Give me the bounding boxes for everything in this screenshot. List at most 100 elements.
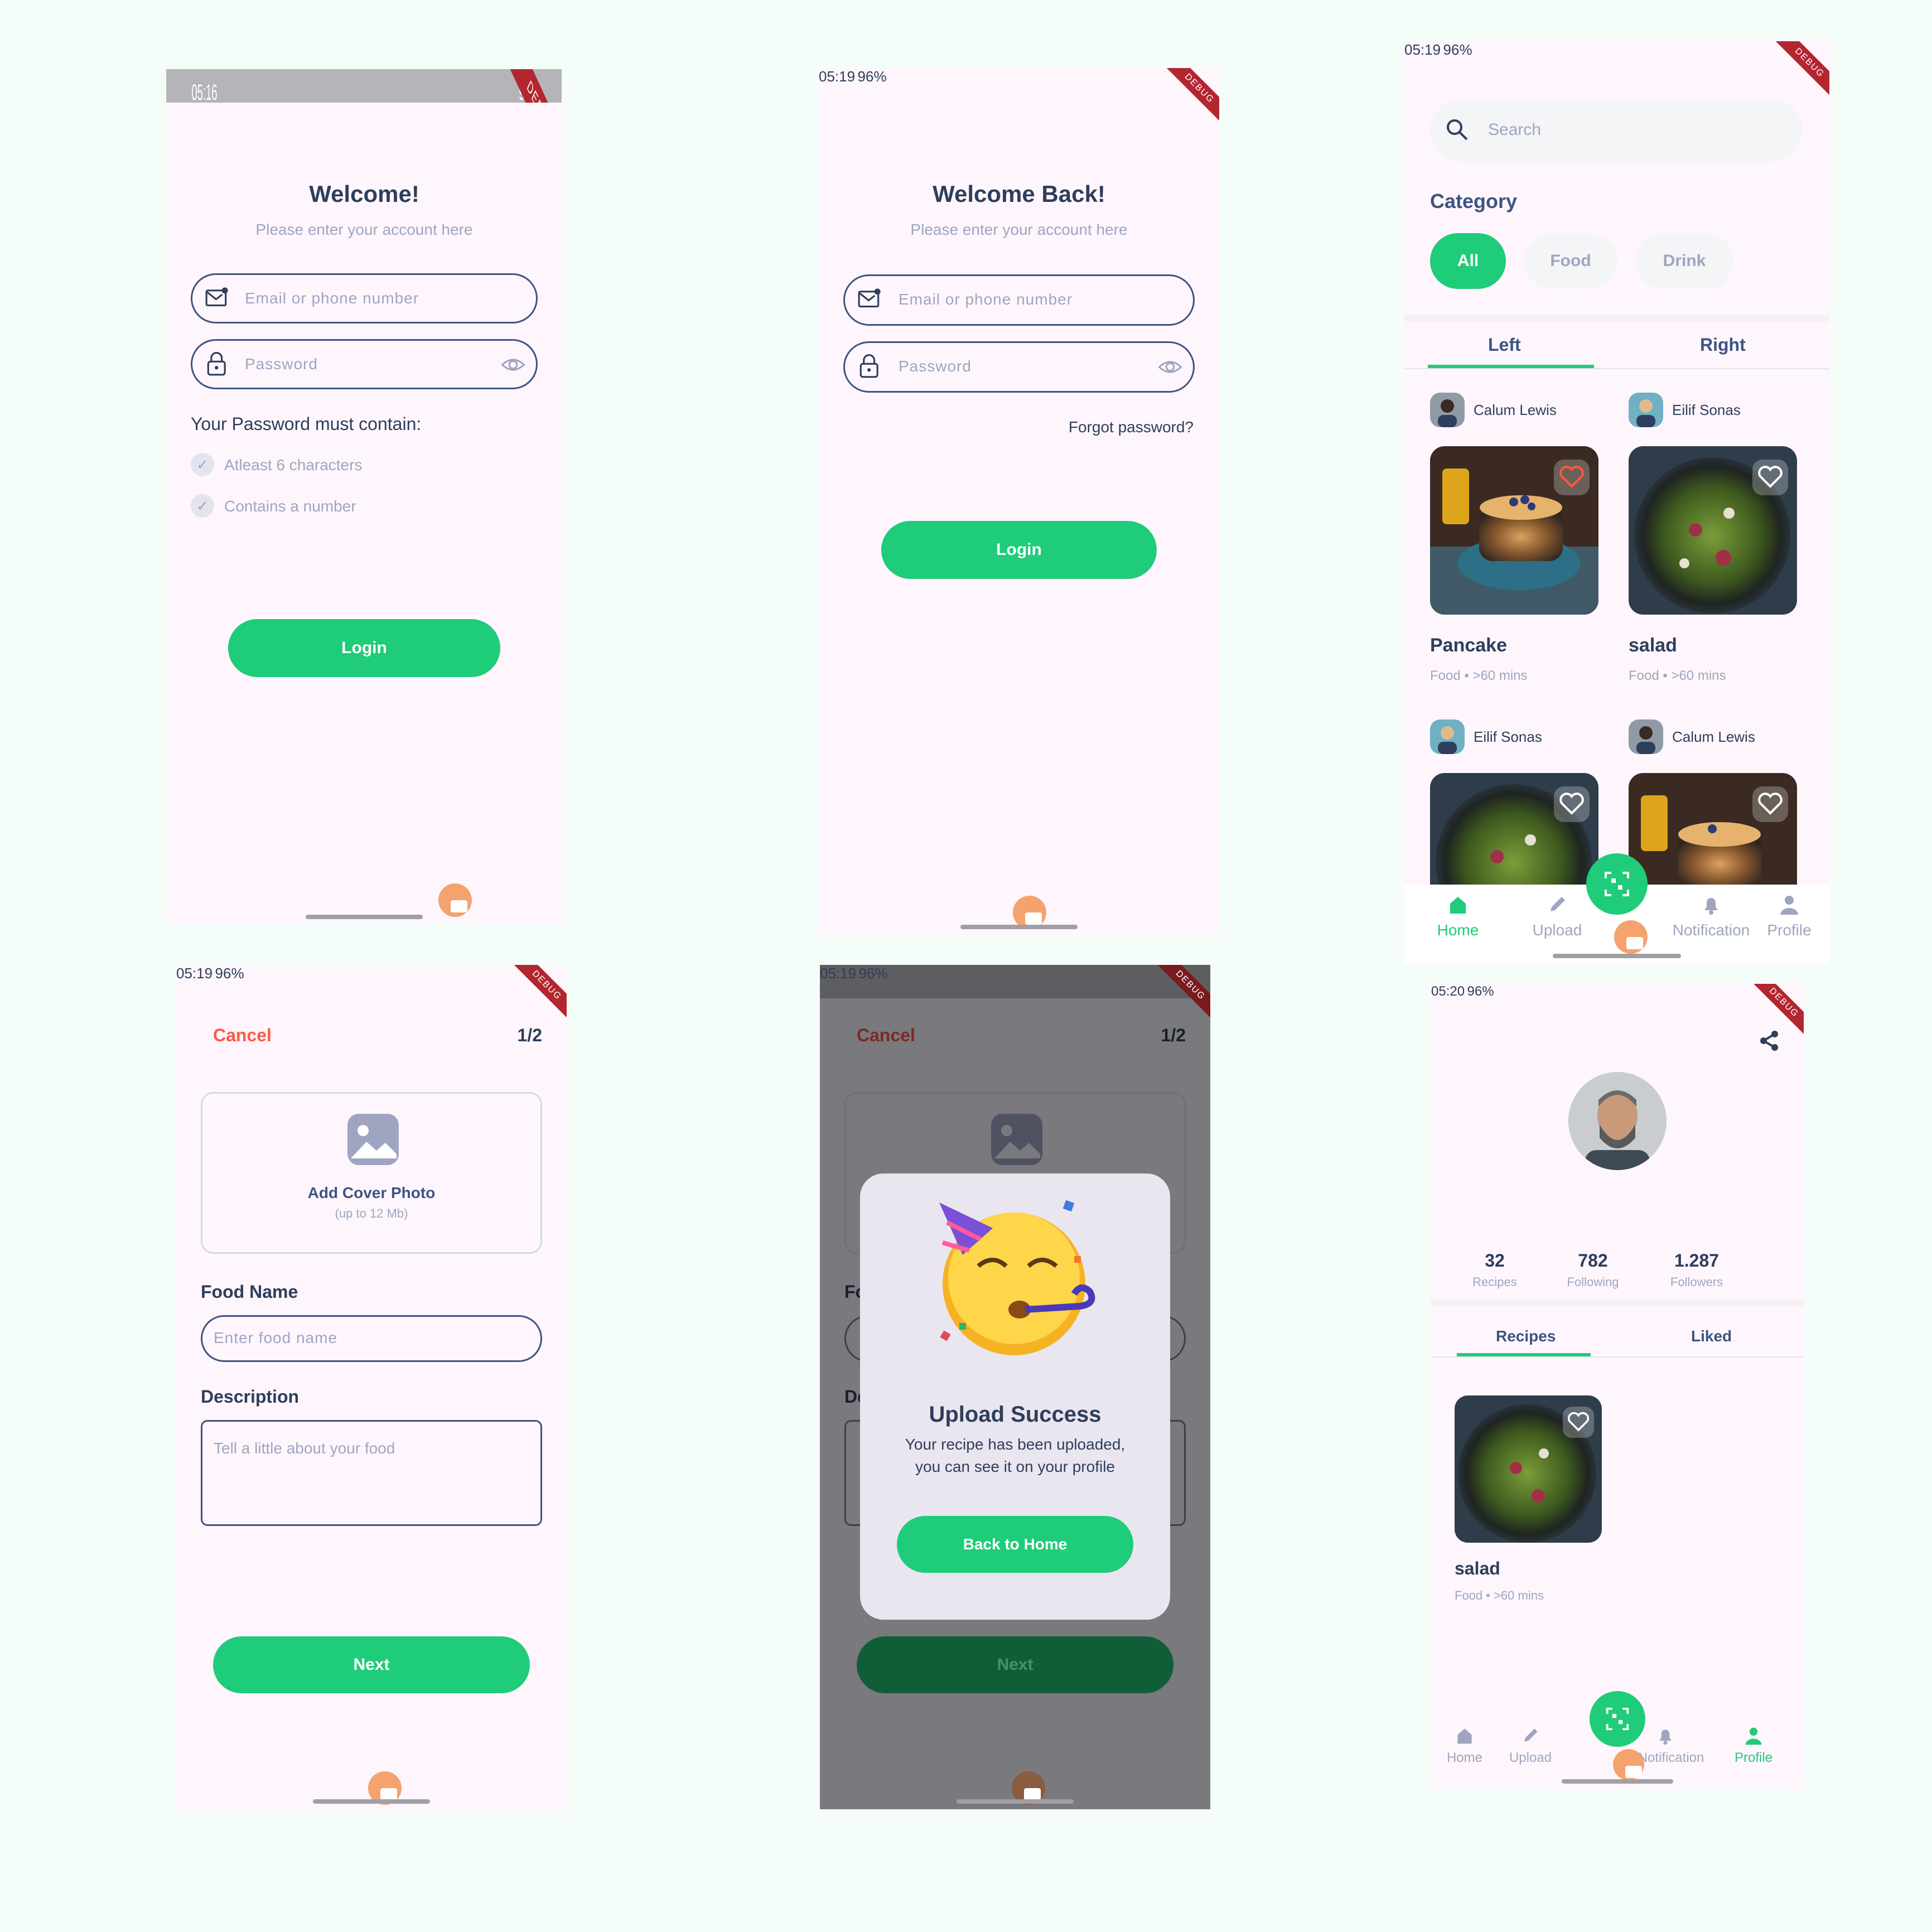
party-face-icon — [939, 1200, 1095, 1355]
search-input[interactable]: Search — [1430, 99, 1803, 162]
scan-button[interactable] — [1586, 853, 1648, 915]
avatar — [1629, 719, 1663, 754]
food-image-pancake[interactable] — [1430, 446, 1598, 615]
tab-left[interactable]: Left — [1488, 335, 1521, 355]
food-name-label: Food Name — [201, 1282, 298, 1302]
check-icon: ✓ — [191, 494, 214, 518]
home-indicator — [1562, 1779, 1673, 1784]
scan-icon — [1606, 1707, 1629, 1731]
screen-upload-success: 05:19 96% DEBUG Cancel 1/2 Fo De Next Up… — [820, 965, 1210, 1809]
card-meta: Food • >60 mins — [1455, 1588, 1544, 1602]
welcome-title: Welcome! — [309, 181, 419, 207]
screen-upload: 05:19 96% DEBUG Cancel 1/2 Add Cover Pho… — [176, 965, 567, 1809]
success-message-line2: you can see it on your profile — [915, 1458, 1115, 1475]
password-placeholder: Password — [245, 355, 318, 373]
scan-icon — [1605, 872, 1629, 896]
welcome-subtitle: Please enter your account here — [910, 221, 1128, 238]
email-field[interactable]: Email or phone number — [191, 273, 538, 323]
tab-right[interactable]: Right — [1700, 335, 1746, 355]
nav-notification[interactable]: Notification — [1667, 921, 1756, 939]
screen-recorder-icon — [438, 883, 472, 917]
chip-food[interactable]: Food — [1524, 233, 1617, 289]
home-icon[interactable] — [1455, 1726, 1475, 1746]
nav-upload[interactable]: Upload — [1513, 921, 1602, 939]
password-field[interactable]: Password — [843, 341, 1195, 393]
next-button: Next — [857, 1636, 1173, 1693]
heart-icon[interactable] — [1563, 1407, 1594, 1438]
home-icon[interactable] — [1447, 893, 1469, 916]
food-image-salad[interactable] — [1430, 773, 1598, 885]
tab-recipes[interactable]: Recipes — [1496, 1327, 1556, 1345]
nav-profile[interactable]: Profile — [1745, 921, 1829, 939]
email-placeholder: Email or phone number — [899, 291, 1073, 308]
status-time: 05:19 — [176, 965, 213, 982]
profile-icon[interactable] — [1778, 893, 1800, 916]
screen-recorder-icon — [1013, 896, 1046, 929]
status-time: 05:16 — [191, 79, 218, 105]
mail-icon — [205, 286, 229, 307]
avatar — [1430, 393, 1465, 427]
login-signup-content: Welcome! Please enter your account here … — [166, 103, 562, 924]
status-bar: 05:19 96% DEBUG — [820, 965, 1210, 1031]
chip-all[interactable]: All — [1430, 233, 1506, 289]
stat-recipes-count: 32 — [1485, 1250, 1505, 1271]
food-image-salad[interactable] — [1455, 1395, 1602, 1543]
screen-login: 05:19 96% DEBUG Welcome Back! Please ent… — [819, 68, 1219, 935]
forgot-password-link[interactable]: Forgot password? — [1069, 418, 1194, 436]
food-name-input[interactable]: Enter food name — [201, 1315, 542, 1362]
nav-home[interactable]: Home — [1413, 921, 1503, 939]
card-author: Calum Lewis — [1474, 402, 1557, 418]
home-indicator — [313, 1799, 430, 1804]
card-title: salad — [1455, 1558, 1500, 1578]
bell-icon[interactable] — [1655, 1726, 1675, 1746]
tab-liked[interactable]: Liked — [1691, 1327, 1732, 1345]
avatar — [1568, 1072, 1667, 1170]
food-image-salad[interactable] — [1629, 446, 1797, 615]
tab-underline — [1431, 1356, 1804, 1358]
status-battery: 96% — [1443, 41, 1472, 58]
cancel-button[interactable]: Cancel — [213, 1025, 272, 1046]
status-bar: 05:19 96% DEBUG — [819, 68, 1219, 134]
chip-drink[interactable]: Drink — [1635, 233, 1733, 289]
password-field[interactable]: Password — [191, 339, 538, 389]
status-bar: 05:20 96% DEBUG — [1431, 984, 1804, 1048]
description-input[interactable]: Tell a little about your food — [201, 1420, 542, 1526]
next-button[interactable]: Next — [213, 1636, 530, 1693]
status-battery: 96% — [857, 68, 887, 85]
heart-icon[interactable] — [1554, 786, 1590, 822]
eye-icon[interactable] — [500, 353, 526, 376]
scan-button[interactable] — [1590, 1691, 1645, 1747]
food-image-pancake[interactable] — [1629, 773, 1797, 885]
login-button[interactable]: Login — [228, 619, 500, 677]
card-meta: Food • >60 mins — [1629, 668, 1726, 683]
heart-icon[interactable] — [1752, 786, 1788, 822]
share-icon[interactable] — [1757, 1028, 1781, 1053]
nav-home[interactable]: Home — [1431, 1750, 1498, 1766]
status-time: 05:19 — [1404, 41, 1441, 58]
cover-photo-dropzone[interactable]: Add Cover Photo (up to 12 Mb) — [201, 1092, 542, 1254]
bell-icon[interactable] — [1700, 893, 1722, 916]
heart-icon[interactable] — [1752, 460, 1788, 495]
eye-icon[interactable] — [1157, 355, 1183, 379]
search-icon — [1447, 119, 1468, 141]
food-name-placeholder: Enter food name — [214, 1329, 338, 1346]
pencil-icon[interactable] — [1520, 1726, 1540, 1746]
status-time: 05:20 — [1431, 984, 1465, 999]
heart-icon[interactable] — [1554, 460, 1590, 495]
stat-following-label: Following — [1567, 1275, 1619, 1289]
debug-ribbon: DEBUG — [1153, 68, 1219, 134]
pencil-icon[interactable] — [1546, 893, 1568, 916]
login-button[interactable]: Login — [881, 521, 1157, 579]
avatar — [1629, 393, 1663, 427]
nav-upload[interactable]: Upload — [1497, 1750, 1564, 1766]
success-dialog: Upload Success Your recipe has been uplo… — [860, 1173, 1170, 1620]
screen-recorder-icon — [1613, 1749, 1644, 1780]
stat-followers-label: Followers — [1670, 1275, 1723, 1289]
back-to-home-button[interactable]: Back to Home — [897, 1516, 1133, 1573]
card-title: Pancake — [1430, 635, 1507, 656]
success-message-line1: Your recipe has been uploaded, — [905, 1436, 1126, 1453]
welcome-subtitle: Please enter your account here — [255, 221, 473, 238]
nav-profile[interactable]: Profile — [1720, 1750, 1787, 1766]
email-field[interactable]: Email or phone number — [843, 274, 1195, 326]
profile-icon[interactable] — [1743, 1726, 1764, 1746]
